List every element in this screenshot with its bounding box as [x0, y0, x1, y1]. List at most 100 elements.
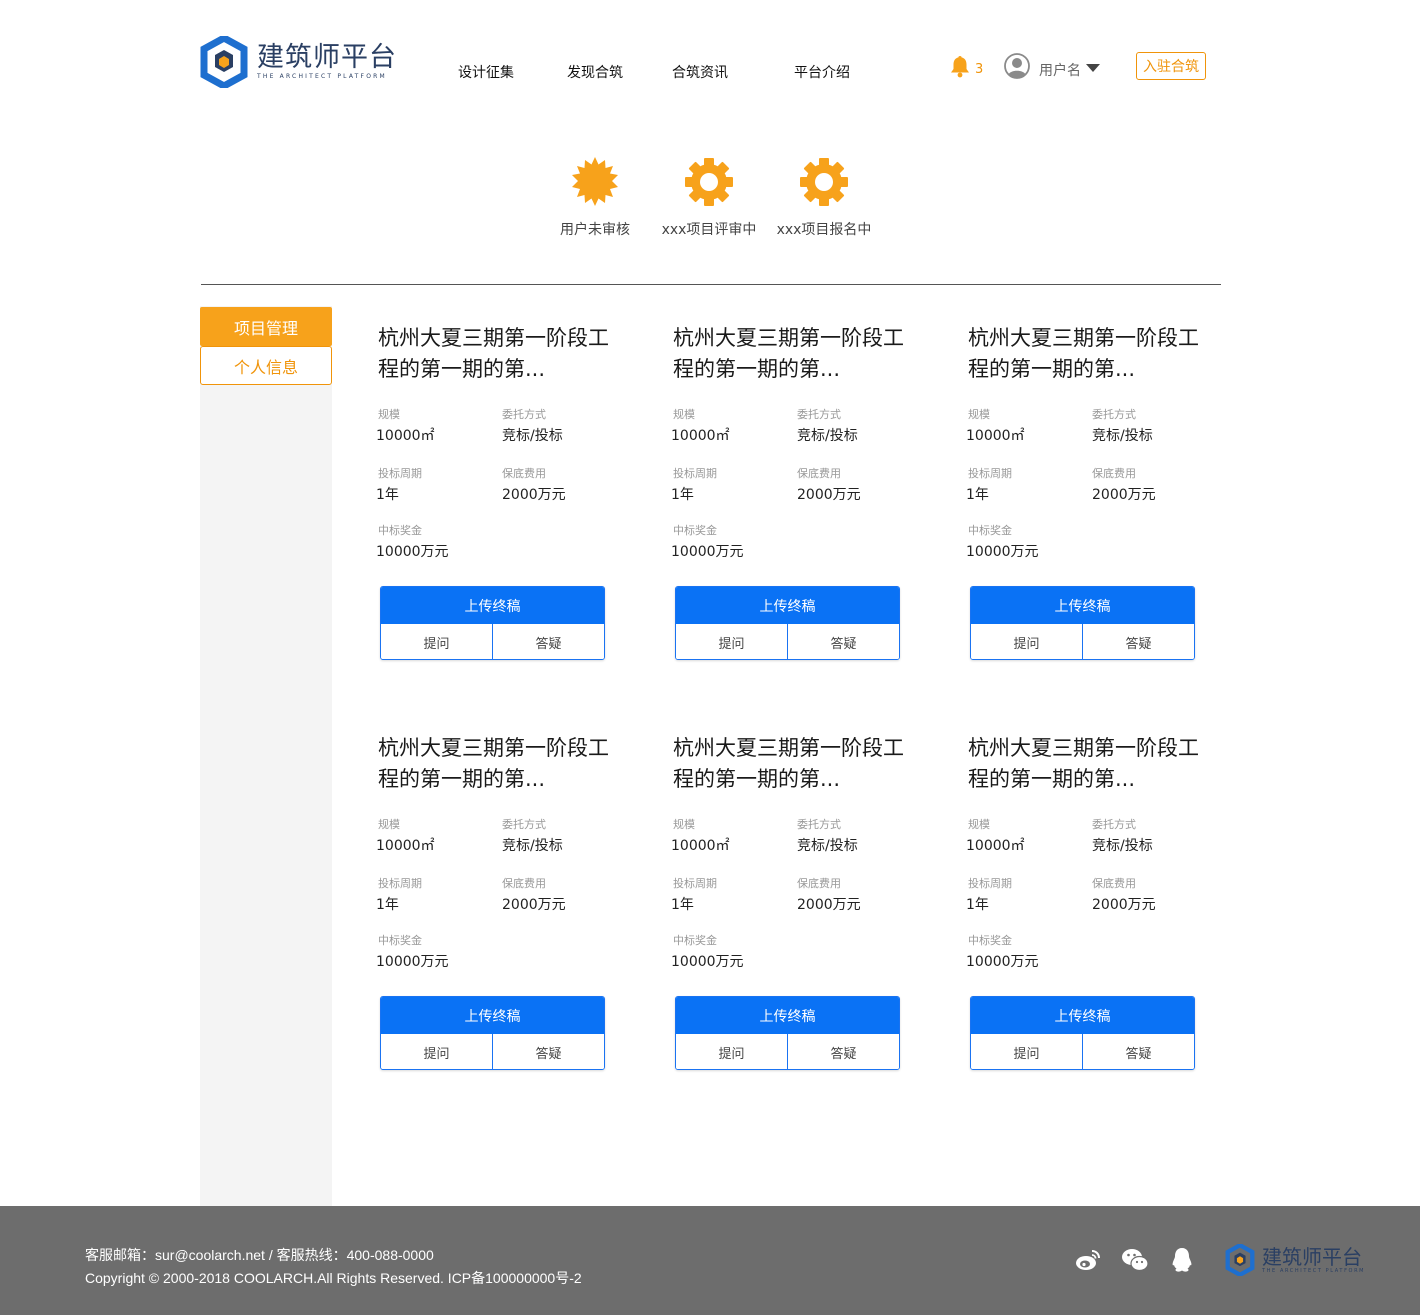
qq-icon[interactable]	[1168, 1246, 1196, 1274]
period-label: 投标周期	[378, 877, 422, 890]
status-user-unverified[interactable]: 用户未审核	[535, 155, 655, 239]
method-value: 竞标/投标	[1092, 428, 1153, 444]
period-value: 1年	[671, 897, 694, 913]
upload-final-button[interactable]: 上传终稿	[676, 587, 899, 624]
upload-final-button[interactable]: 上传终稿	[971, 587, 1194, 624]
status-project-registration[interactable]: xxx项目报名中	[764, 155, 884, 239]
fee-value: 2000万元	[797, 487, 861, 503]
chevron-down-icon[interactable]	[1086, 64, 1100, 72]
avatar[interactable]	[1004, 53, 1030, 79]
method-value: 竞标/投标	[797, 838, 858, 854]
period-label: 投标周期	[968, 877, 1012, 890]
sidebar-item-personal-info[interactable]: 个人信息	[200, 346, 332, 385]
weibo-icon[interactable]	[1074, 1246, 1102, 1274]
card-title[interactable]: 杭州大夏三期第一阶段工程的第一期的第...	[378, 733, 610, 795]
prize-label: 中标奖金	[673, 934, 717, 947]
project-card: 杭州大夏三期第一阶段工程的第一期的第... 规模 委托方式 10000㎡ 竞标/…	[376, 719, 616, 1079]
join-button[interactable]: 入驻合筑	[1136, 52, 1206, 80]
scale-label: 规模	[968, 408, 990, 421]
method-label: 委托方式	[1092, 408, 1136, 421]
status-project-review[interactable]: xxx项目评审中	[649, 155, 769, 239]
scale-value: 10000㎡	[376, 838, 435, 854]
card-title[interactable]: 杭州大夏三期第一阶段工程的第一期的第...	[378, 323, 610, 385]
answer-button[interactable]: 答疑	[1083, 624, 1194, 659]
divider	[201, 284, 1221, 285]
footer-contact: 客服邮箱：sur@coolarch.net / 客服热线：400-088-000…	[85, 1247, 434, 1263]
answer-button[interactable]: 答疑	[1083, 1034, 1194, 1069]
wechat-icon[interactable]	[1121, 1246, 1149, 1274]
scale-label: 规模	[968, 818, 990, 831]
brand-logo[interactable]: 建筑师平台 THE ARCHITECT PLATFORM	[199, 36, 409, 88]
footer-brand-name-cn: 建筑师平台	[1262, 1245, 1362, 1269]
card-title[interactable]: 杭州大夏三期第一阶段工程的第一期的第...	[968, 733, 1200, 795]
prize-value: 10000万元	[376, 954, 449, 970]
prize-label: 中标奖金	[673, 524, 717, 537]
ask-button[interactable]: 提问	[381, 1034, 493, 1069]
prize-label: 中标奖金	[378, 934, 422, 947]
fee-value: 2000万元	[502, 487, 566, 503]
card-title[interactable]: 杭州大夏三期第一阶段工程的第一期的第...	[673, 733, 905, 795]
period-value: 1年	[671, 487, 694, 503]
method-value: 竞标/投标	[502, 838, 563, 854]
fee-label: 保底费用	[797, 877, 841, 890]
nav-item-news[interactable]: 合筑资讯	[672, 62, 728, 82]
nav-item-about[interactable]: 平台介绍	[794, 62, 850, 82]
card-title[interactable]: 杭州大夏三期第一阶段工程的第一期的第...	[673, 323, 905, 385]
scale-label: 规模	[673, 408, 695, 421]
method-value: 竞标/投标	[1092, 838, 1153, 854]
upload-final-button[interactable]: 上传终稿	[971, 997, 1194, 1034]
scale-value: 10000㎡	[671, 428, 730, 444]
fee-label: 保底费用	[502, 877, 546, 890]
period-value: 1年	[376, 897, 399, 913]
nav-item-discover[interactable]: 发现合筑	[567, 62, 623, 82]
upload-final-button[interactable]: 上传终稿	[676, 997, 899, 1034]
method-label: 委托方式	[797, 818, 841, 831]
fee-label: 保底费用	[1092, 877, 1136, 890]
upload-final-button[interactable]: 上传终稿	[381, 997, 604, 1034]
period-label: 投标周期	[378, 467, 422, 480]
scale-value: 10000㎡	[966, 838, 1025, 854]
sidebar-item-project-management[interactable]: 项目管理	[200, 307, 332, 346]
ask-button[interactable]: 提问	[971, 1034, 1083, 1069]
project-card: 杭州大夏三期第一阶段工程的第一期的第... 规模 委托方式 10000㎡ 竞标/…	[966, 309, 1206, 669]
scale-value: 10000㎡	[966, 428, 1025, 444]
prize-value: 10000万元	[376, 544, 449, 560]
card-actions: 上传终稿 提问 答疑	[675, 996, 900, 1070]
username[interactable]: 用户名	[1039, 60, 1081, 80]
method-value: 竞标/投标	[502, 428, 563, 444]
fee-label: 保底费用	[1092, 467, 1136, 480]
sun-badge-icon	[572, 157, 618, 206]
period-label: 投标周期	[673, 877, 717, 890]
ask-button[interactable]: 提问	[676, 624, 788, 659]
answer-button[interactable]: 答疑	[788, 624, 899, 659]
fee-value: 2000万元	[502, 897, 566, 913]
scale-label: 规模	[378, 408, 400, 421]
fee-label: 保底费用	[797, 467, 841, 480]
ask-button[interactable]: 提问	[381, 624, 493, 659]
card-actions: 上传终稿 提问 答疑	[675, 586, 900, 660]
card-actions: 上传终稿 提问 答疑	[970, 996, 1195, 1070]
fee-value: 2000万元	[797, 897, 861, 913]
ask-button[interactable]: 提问	[971, 624, 1083, 659]
status-label: xxx项目报名中	[776, 222, 872, 238]
scale-value: 10000㎡	[671, 838, 730, 854]
brand-name-en: THE ARCHITECT PLATFORM	[257, 73, 387, 80]
period-label: 投标周期	[673, 467, 717, 480]
fee-value: 2000万元	[1092, 897, 1156, 913]
footer-brand-name-en: THE ARCHITECT PLATFORM	[1262, 1268, 1366, 1274]
status-label: xxx项目评审中	[661, 222, 757, 238]
answer-button[interactable]: 答疑	[493, 624, 604, 659]
answer-button[interactable]: 答疑	[493, 1034, 604, 1069]
scale-label: 规模	[378, 818, 400, 831]
prize-value: 10000万元	[671, 544, 744, 560]
bell-icon[interactable]	[948, 54, 972, 78]
card-actions: 上传终稿 提问 答疑	[970, 586, 1195, 660]
card-title[interactable]: 杭州大夏三期第一阶段工程的第一期的第...	[968, 323, 1200, 385]
upload-final-button[interactable]: 上传终稿	[381, 587, 604, 624]
answer-button[interactable]: 答疑	[788, 1034, 899, 1069]
fee-value: 2000万元	[1092, 487, 1156, 503]
prize-label: 中标奖金	[378, 524, 422, 537]
footer-brand-logo[interactable]: 建筑师平台 THE ARCHITECT PLATFORM	[1224, 1244, 1365, 1276]
ask-button[interactable]: 提问	[676, 1034, 788, 1069]
nav-item-design-call[interactable]: 设计征集	[458, 62, 514, 82]
